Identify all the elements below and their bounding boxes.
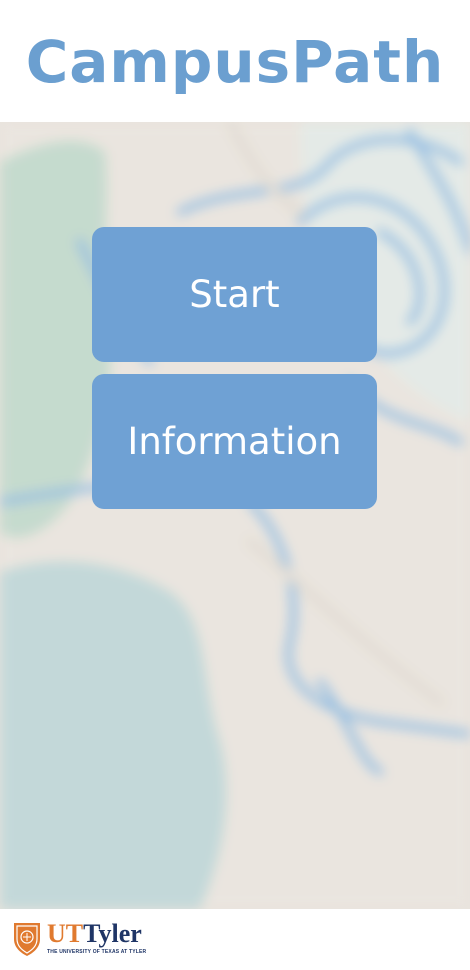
start-button[interactable]: Start: [92, 227, 377, 362]
logo-subtitle: THE UNIVERSITY OF TEXAS AT TYLER: [47, 949, 147, 955]
logo-tyler-text: Tyler: [83, 919, 142, 948]
app-header: CampusPath: [0, 0, 470, 122]
university-seal-icon: [14, 923, 40, 956]
information-button[interactable]: Information: [92, 374, 377, 509]
footer: UTTyler THE UNIVERSITY OF TEXAS AT TYLER: [0, 909, 470, 970]
app-title: CampusPath: [25, 28, 445, 96]
logo-ut-text: UT: [47, 919, 84, 948]
ut-tyler-logo: UTTyler THE UNIVERSITY OF TEXAS AT TYLER: [12, 921, 146, 957]
